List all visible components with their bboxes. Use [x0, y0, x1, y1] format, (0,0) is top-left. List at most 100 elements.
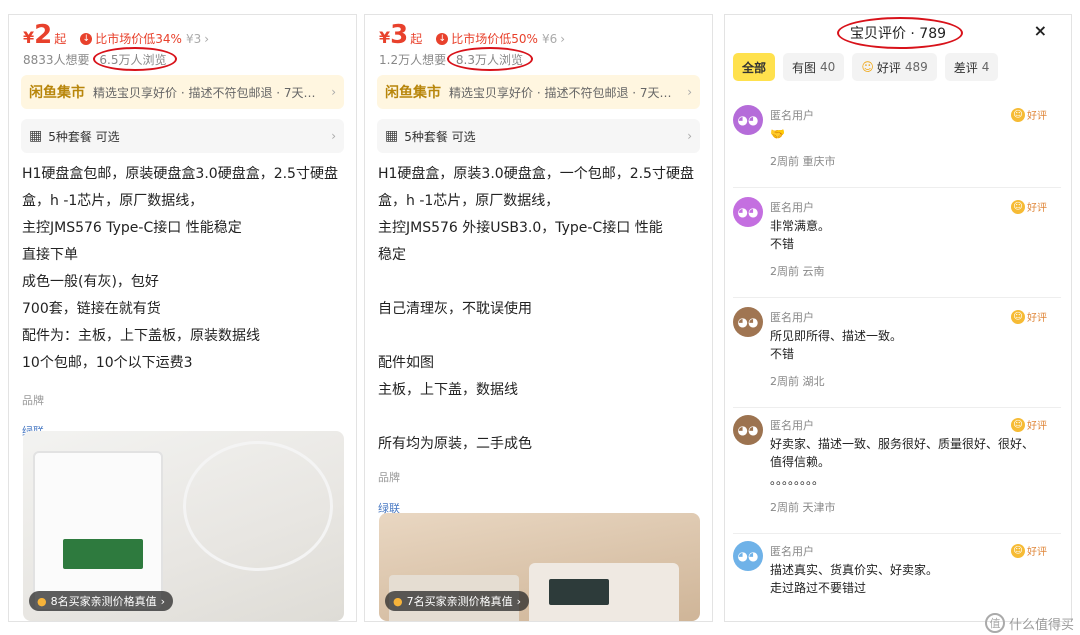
- chip-image: [549, 579, 609, 605]
- review-text: 所见即所得、描述一致。 不错: [770, 327, 1053, 363]
- banner-text: 精选宝贝享好价 · 描述不符包邮退 · 7天…: [93, 85, 316, 100]
- price-suffix: 起: [410, 32, 423, 46]
- badge-text: 好评: [1027, 111, 1047, 122]
- filter-all[interactable]: 全部: [733, 53, 776, 81]
- down-arrow-icon: ↓: [436, 33, 449, 45]
- review-line: 非常满意。: [770, 219, 831, 233]
- highlight-circle: [447, 47, 533, 71]
- positive-badge: ☺ 好评: [1011, 199, 1047, 214]
- filter-label: 有图: [792, 60, 817, 75]
- avatar: ◕◕: [733, 105, 763, 135]
- review-text: 好卖家、描述一致、服务很好、质量很好、很好、 值得信赖。 。。。。。。。。: [770, 435, 1053, 489]
- brand-label: 品牌: [22, 394, 44, 407]
- chevron-right-icon: ›: [331, 85, 336, 99]
- grid-icon: ▦: [385, 128, 399, 144]
- review-item[interactable]: ◕◕ 匿名用户 ☺ 好评 非常满意。 不错 2周前 云南: [733, 197, 1061, 287]
- price-verify-tag[interactable]: ● 8名买家亲测价格真值 ›: [29, 591, 174, 611]
- plans-text: 5种套餐 可选: [48, 129, 120, 144]
- review-item[interactable]: ◕◕ 匿名用户 ☺ 好评 🤝 2周前 重庆市: [733, 105, 1061, 173]
- desc-line: H1硬盘盒包邮，原装硬盘盒3.0硬盘盒，2.5寸硬盘: [22, 166, 338, 182]
- desc-line: 主板，上下盖，数据线: [378, 382, 518, 398]
- positive-badge: ☺ 好评: [1011, 309, 1047, 324]
- review-line: 好卖家、描述一致、服务很好、质量很好、很好、: [770, 437, 1035, 451]
- banner-text: 精选宝贝享好价 · 描述不符包邮退 · 7天…: [449, 85, 672, 100]
- wants-count: 8833人想要: [23, 53, 90, 67]
- logo-icon: 值: [984, 613, 1005, 633]
- review-text: 🤝: [770, 125, 1053, 143]
- product-photo[interactable]: ● 8名买家亲测价格真值 ›: [23, 431, 344, 621]
- badge-text: 好评: [1027, 547, 1047, 558]
- market-banner[interactable]: 闲鱼集市 精选宝贝享好价 · 描述不符包邮退 · 7天… ›: [377, 75, 700, 109]
- smile-icon: ☺: [861, 60, 874, 74]
- smile-icon: ☺: [1011, 543, 1025, 558]
- grid-icon: ▦: [29, 128, 43, 144]
- item-description: H1硬盘盒，原装3.0硬盘盒，一个包邮，2.5寸硬盘 盒，h -1芯片，原厂数据…: [378, 161, 704, 522]
- desc-line: 自己清理灰，不耽误使用: [378, 301, 532, 317]
- review-user: 匿名用户: [770, 545, 814, 558]
- close-icon[interactable]: ×: [1034, 21, 1047, 40]
- listing-panel-1: ¥ 2 起 ↓ 比市场价低34% ¥3 › 8833人想要 6.5万人浏览 闲鱼…: [8, 14, 357, 622]
- verify-text: 8名买家亲测价格真值: [50, 595, 157, 608]
- chevron-right-icon: ›: [204, 32, 210, 46]
- site-watermark: 值 什么值得买: [984, 613, 1074, 633]
- highlight-circle: [837, 17, 963, 49]
- filter-negative[interactable]: 差评 4: [944, 53, 999, 81]
- market-compare[interactable]: ↓ 比市场价低34% ¥3 ›: [80, 29, 209, 49]
- review-line: 不错: [770, 347, 795, 361]
- banner-logo: 闲鱼集市: [29, 85, 85, 101]
- watermark-text: 什么值得买: [1008, 617, 1074, 633]
- market-compare[interactable]: ↓ 比市场价低50% ¥6 ›: [436, 29, 565, 49]
- review-line: 。。。。。。。。: [770, 473, 825, 487]
- smile-icon: ☺: [1011, 309, 1025, 324]
- filter-count: 40: [820, 60, 836, 74]
- wants-count: 1.2万人想要: [379, 53, 447, 67]
- filter-count: 489: [904, 60, 928, 74]
- filter-positive[interactable]: ☺ 好评 489: [852, 53, 937, 81]
- compare-text: 比市场价低50%: [451, 32, 538, 46]
- highlight-circle: [93, 47, 177, 71]
- desc-spacer: [378, 404, 704, 431]
- review-user: 匿名用户: [770, 109, 814, 122]
- currency-symbol: ¥: [379, 28, 391, 47]
- review-text: 非常满意。 不错: [770, 217, 1053, 253]
- banner-logo: 闲鱼集市: [385, 85, 441, 101]
- chevron-right-icon: ›: [687, 129, 692, 143]
- product-photo[interactable]: ● 7名买家亲测价格真值 ›: [379, 513, 700, 621]
- review-filters: 全部 有图 40 ☺ 好评 489 差评 4: [733, 53, 1006, 81]
- plans-selector[interactable]: ▦ 5种套餐 可选 ›: [21, 119, 344, 153]
- down-arrow-icon: ↓: [80, 33, 93, 45]
- divider: [733, 187, 1061, 188]
- chevron-right-icon: ›: [687, 85, 692, 99]
- compare-old-price: ¥6: [541, 32, 558, 46]
- hdd-case-image: [33, 451, 163, 611]
- plans-selector[interactable]: ▦ 5种套餐 可选 ›: [377, 119, 700, 153]
- filter-label: 全部: [742, 60, 767, 75]
- divider: [733, 297, 1061, 298]
- review-item[interactable]: ◕◕ 匿名用户 ☺ 好评 好卖家、描述一致、服务很好、质量很好、很好、 值得信赖…: [733, 415, 1061, 525]
- chevron-right-icon: ›: [516, 594, 522, 608]
- flame-icon: ●: [37, 594, 47, 608]
- price-verify-tag[interactable]: ● 7名买家亲测价格真值 ›: [385, 591, 530, 611]
- item-description: H1硬盘盒包邮，原装硬盘盒3.0硬盘盒，2.5寸硬盘 盒，h -1芯片，原厂数据…: [22, 161, 348, 445]
- review-line: 不错: [770, 237, 795, 251]
- price-row: ¥ 2 起 ↓ 比市场价低34% ¥3 ›: [23, 19, 209, 49]
- review-item[interactable]: ◕◕ 匿名用户 ☺ 好评 描述真实、货真价实、好卖家。 走过路过不要错过: [733, 541, 1061, 611]
- positive-badge: ☺ 好评: [1011, 417, 1047, 432]
- currency-symbol: ¥: [23, 28, 35, 47]
- desc-spacer: [378, 323, 704, 350]
- compare-text: 比市场价低34%: [95, 32, 182, 46]
- pcb-board-image: [63, 539, 143, 569]
- price-row: ¥ 3 起 ↓ 比市场价低50% ¥6 ›: [379, 19, 565, 49]
- desc-line: H1硬盘盒，原装3.0硬盘盒，一个包邮，2.5寸硬盘: [378, 166, 694, 182]
- review-meta: 2周前 湖北: [770, 375, 825, 388]
- desc-line: 盒，h -1芯片，原厂数据线，: [22, 193, 204, 209]
- avatar: ◕◕: [733, 197, 763, 227]
- filter-label: 好评: [876, 60, 901, 75]
- desc-line: 主控JMS576 Type-C接口 性能稳定: [22, 220, 242, 236]
- review-meta: 2周前 重庆市: [770, 155, 836, 168]
- review-item[interactable]: ◕◕ 匿名用户 ☺ 好评 所见即所得、描述一致。 不错 2周前 湖北: [733, 307, 1061, 397]
- filter-with-photos[interactable]: 有图 40: [783, 53, 845, 81]
- chevron-right-icon: ›: [160, 594, 166, 608]
- market-banner[interactable]: 闲鱼集市 精选宝贝享好价 · 描述不符包邮退 · 7天… ›: [21, 75, 344, 109]
- desc-line: 直接下单: [22, 247, 78, 263]
